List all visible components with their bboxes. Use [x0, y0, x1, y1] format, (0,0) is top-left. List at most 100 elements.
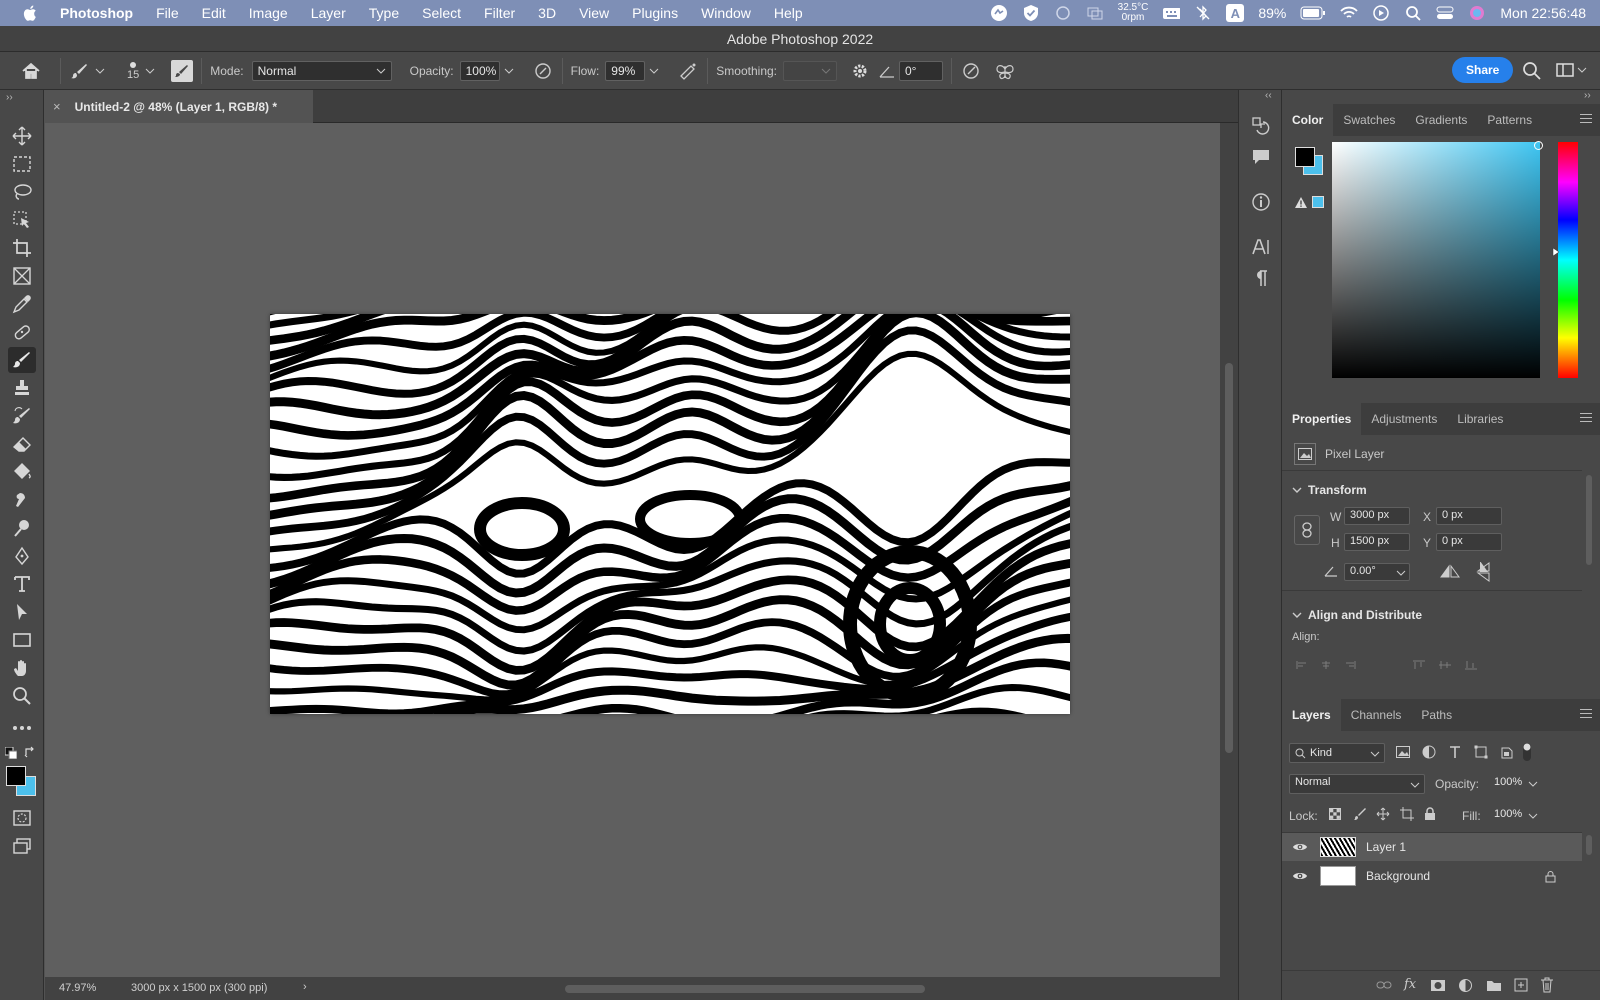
bluetooth-off-icon[interactable]	[1194, 4, 1212, 22]
properties-scrollbar[interactable]	[1586, 475, 1592, 565]
menu-type[interactable]: Type	[369, 5, 399, 21]
smudge-tool[interactable]	[8, 487, 36, 513]
new-layer-icon[interactable]	[1514, 978, 1528, 992]
pressure-size-icon[interactable]	[960, 62, 982, 80]
pressure-opacity-icon[interactable]	[532, 62, 554, 80]
move-tool[interactable]	[8, 123, 36, 149]
frame-tool[interactable]	[8, 263, 36, 289]
horizontal-scroll-thumb[interactable]	[565, 985, 925, 993]
menu-filter[interactable]: Filter	[484, 5, 515, 21]
properties-panel-menu-icon[interactable]	[1580, 413, 1592, 423]
menu-window[interactable]: Window	[701, 5, 751, 21]
tab-paths[interactable]: Paths	[1411, 699, 1462, 731]
tab-properties[interactable]: Properties	[1282, 403, 1362, 435]
flip-horizontal-icon[interactable]	[1440, 564, 1460, 580]
menu-edit[interactable]: Edit	[202, 5, 226, 21]
history-brush-tool[interactable]	[8, 403, 36, 429]
hue-slider[interactable]	[1558, 142, 1578, 378]
web-safe-color-swatch[interactable]	[1312, 196, 1324, 208]
layer-visibility-eye-icon[interactable]	[1292, 841, 1308, 853]
paragraph-panel-icon[interactable]	[1249, 266, 1273, 290]
tab-adjustments[interactable]: Adjustments	[1361, 403, 1447, 435]
layer-opacity-slider-toggle[interactable]	[1528, 779, 1538, 789]
menu-layer[interactable]: Layer	[311, 5, 346, 21]
edit-toolbar-more-icon[interactable]	[8, 715, 36, 741]
delete-layer-trash-icon[interactable]	[1540, 977, 1554, 993]
menu-app-name[interactable]: Photoshop	[60, 5, 133, 21]
sync-icon[interactable]	[1054, 4, 1072, 22]
color-field[interactable]	[1332, 142, 1540, 378]
chevron-down-icon[interactable]	[95, 66, 107, 76]
tab-channels[interactable]: Channels	[1341, 699, 1412, 731]
layers-scrollbar[interactable]	[1586, 835, 1592, 855]
flow-slider-toggle[interactable]	[649, 66, 663, 76]
tab-gradients[interactable]: Gradients	[1405, 104, 1477, 136]
comments-panel-icon[interactable]	[1249, 145, 1273, 169]
hand-tool[interactable]	[8, 655, 36, 681]
lock-all-icon[interactable]	[1424, 807, 1436, 821]
object-selection-tool[interactable]	[8, 207, 36, 233]
crop-tool[interactable]	[8, 235, 36, 261]
height-input[interactable]: 1500 px	[1344, 533, 1410, 551]
tab-layers[interactable]: Layers	[1282, 699, 1341, 731]
collapse-toolbar-icon[interactable]: ››	[6, 92, 13, 103]
info-panel-icon[interactable]	[1249, 190, 1273, 214]
transform-section-toggle[interactable]: Transform	[1292, 483, 1367, 497]
symmetry-butterfly-icon[interactable]	[994, 62, 1016, 80]
foreground-color-swatch[interactable]	[6, 766, 26, 786]
tab-color[interactable]: Color	[1282, 104, 1334, 136]
vertical-scroll-thumb[interactable]	[1225, 363, 1233, 753]
collapse-dock-icon[interactable]: ‹‹	[1265, 90, 1272, 101]
lock-transparent-pixels-icon[interactable]	[1329, 808, 1341, 820]
layer-lock-icon[interactable]	[1545, 870, 1556, 883]
display-icon[interactable]	[1086, 4, 1104, 22]
lock-artboard-icon[interactable]	[1400, 807, 1414, 821]
align-vertical-centers-icon[interactable]	[1438, 660, 1452, 670]
workspace-switcher-icon[interactable]	[1556, 62, 1587, 78]
menu-image[interactable]: Image	[249, 5, 288, 21]
rectangular-marquee-tool[interactable]	[8, 151, 36, 177]
apple-icon[interactable]	[22, 4, 40, 22]
dodge-tool[interactable]	[8, 515, 36, 541]
siri-icon[interactable]	[1468, 4, 1486, 22]
mode-dropdown[interactable]: Normal	[251, 60, 392, 81]
tab-swatches[interactable]: Swatches	[1333, 104, 1405, 136]
layers-panel-menu-icon[interactable]	[1580, 709, 1592, 719]
new-adjustment-layer-icon[interactable]	[1458, 978, 1473, 993]
brush-size-picker[interactable]: 15	[127, 61, 139, 81]
layer-thumbnail[interactable]	[1320, 866, 1356, 886]
share-button[interactable]: Share	[1452, 57, 1514, 83]
add-layer-mask-icon[interactable]	[1430, 979, 1446, 992]
brush-angle-input[interactable]: 0°	[899, 60, 943, 81]
rectangle-tool[interactable]	[8, 627, 36, 653]
wifi-icon[interactable]	[1340, 4, 1359, 22]
align-left-edges-icon[interactable]	[1296, 660, 1308, 670]
battery-icon[interactable]	[1300, 4, 1326, 22]
path-selection-tool[interactable]	[8, 599, 36, 625]
layer-visibility-eye-icon[interactable]	[1292, 870, 1308, 882]
y-position-input[interactable]: 0 px	[1436, 533, 1502, 551]
status-menu-arrow-icon[interactable]: ›	[303, 981, 307, 993]
layer-opacity-input[interactable]: 100%	[1488, 774, 1526, 794]
filter-toggle-icon[interactable]	[1522, 742, 1532, 762]
shield-icon[interactable]	[1022, 4, 1040, 22]
tab-libraries[interactable]: Libraries	[1447, 403, 1513, 435]
pen-tool[interactable]	[8, 543, 36, 569]
lock-position-icon[interactable]	[1376, 807, 1390, 821]
fill-slider-toggle[interactable]	[1528, 811, 1538, 821]
smoothing-options-gear-icon[interactable]	[849, 62, 871, 80]
blend-mode-dropdown[interactable]: Normal	[1289, 774, 1425, 794]
flow-input[interactable]: 99%	[605, 60, 646, 81]
input-source-icon[interactable]: A	[1226, 4, 1245, 22]
type-tool[interactable]	[8, 571, 36, 597]
menu-help[interactable]: Help	[774, 5, 803, 21]
eyedropper-tool[interactable]	[8, 291, 36, 317]
lasso-tool[interactable]	[8, 179, 36, 205]
default-colors-icon[interactable]	[5, 747, 17, 759]
brush-tool-preset-icon[interactable]	[69, 60, 91, 82]
panel-foreground-swatch[interactable]	[1295, 147, 1315, 167]
zoom-level[interactable]: 47.97%	[59, 982, 96, 994]
opacity-slider-toggle[interactable]	[504, 66, 518, 76]
history-panel-icon[interactable]	[1249, 114, 1273, 138]
filter-type-layers-icon[interactable]	[1448, 745, 1462, 759]
